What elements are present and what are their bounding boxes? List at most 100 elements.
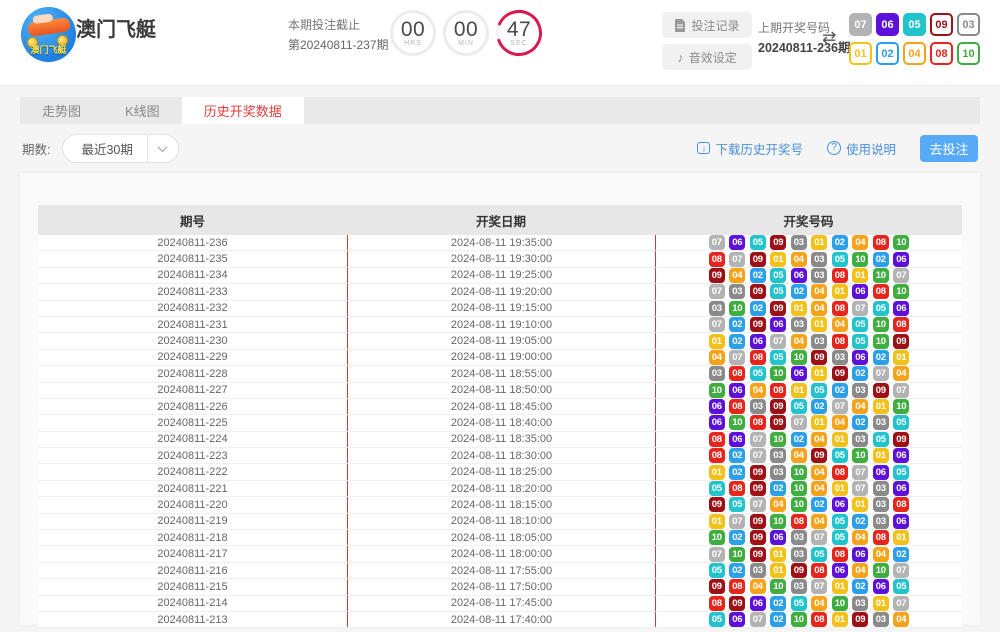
table-row: 20240811-219 2024-08-11 18:10:00 0107091… (38, 514, 962, 530)
number-ball: 06 (729, 383, 745, 398)
number-ball: 07 (893, 383, 909, 398)
number-ball: 05 (791, 399, 807, 414)
help-link[interactable]: ? 使用说明 (827, 139, 896, 158)
number-ball: 05 (709, 563, 725, 578)
number-ball: 10 (729, 301, 745, 316)
number-ball: 09 (709, 579, 725, 594)
number-ball: 06 (893, 252, 909, 267)
number-ball: 08 (873, 530, 889, 545)
number-ball: 08 (832, 465, 848, 480)
table-row: 20240811-225 2024-08-11 18:40:00 0610080… (38, 415, 962, 431)
number-ball: 10 (873, 268, 889, 283)
numbers-cell: 08070901040305100206 (655, 251, 962, 266)
number-ball: 03 (791, 579, 807, 594)
period-cell: 20240811-213 (38, 612, 347, 627)
table-row: 20240811-218 2024-08-11 18:05:00 1002090… (38, 530, 962, 546)
tab-历史开奖数据[interactable]: 历史开奖数据 (182, 97, 304, 124)
last-draw-number-tile: 01 (849, 42, 872, 65)
number-ball: 05 (893, 415, 909, 430)
number-ball: 07 (852, 465, 868, 480)
column-header-period: 期号 (38, 211, 347, 230)
number-ball: 02 (832, 235, 848, 250)
numbers-cell: 07020906030104051008 (655, 317, 962, 332)
number-ball: 03 (873, 514, 889, 529)
number-ball: 05 (750, 366, 766, 381)
number-ball: 01 (852, 268, 868, 283)
number-ball: 08 (832, 334, 848, 349)
date-cell: 2024-08-11 19:35:00 (347, 235, 655, 250)
swap-icon[interactable]: ⇄ (822, 28, 836, 48)
number-ball: 07 (893, 596, 909, 611)
number-ball: 02 (729, 317, 745, 332)
number-ball: 06 (832, 497, 848, 512)
tab-K线图[interactable]: K线图 (103, 97, 182, 124)
number-ball: 05 (873, 301, 889, 316)
date-cell: 2024-08-11 19:20:00 (347, 284, 655, 299)
number-ball: 06 (852, 350, 868, 365)
number-ball: 01 (770, 563, 786, 578)
number-ball: 01 (873, 448, 889, 463)
number-ball: 09 (750, 465, 766, 480)
numbers-cell: 06100809070104020305 (655, 415, 962, 430)
number-ball: 03 (873, 612, 889, 627)
table-row: 20240811-213 2024-08-11 17:40:00 0506070… (38, 612, 962, 628)
number-ball: 07 (729, 350, 745, 365)
controls-row: 期数: 最近30期 ↓ 下载历史开奖号 ? 使用说明 去投注 (20, 133, 980, 163)
number-ball: 01 (770, 252, 786, 267)
number-ball: 01 (811, 317, 827, 332)
period-cell: 20240811-231 (38, 317, 347, 332)
number-ball: 02 (770, 612, 786, 627)
table-row: 20240811-226 2024-08-11 18:45:00 0608030… (38, 399, 962, 415)
number-ball: 03 (852, 432, 868, 447)
question-icon: ? (827, 141, 841, 155)
number-ball: 03 (873, 481, 889, 496)
countdown-hours-unit: HRS (389, 40, 437, 47)
period-cell: 20240811-232 (38, 301, 347, 316)
number-ball: 07 (729, 252, 745, 267)
table-row: 20240811-216 2024-08-11 17:55:00 0502030… (38, 563, 962, 579)
number-ball: 05 (791, 596, 807, 611)
date-cell: 2024-08-11 19:30:00 (347, 251, 655, 266)
number-ball: 07 (770, 334, 786, 349)
download-history-link[interactable]: ↓ 下载历史开奖号 (697, 139, 803, 158)
table-row: 20240811-217 2024-08-11 18:00:00 0710090… (38, 546, 962, 562)
number-ball: 02 (832, 383, 848, 398)
number-ball: 08 (832, 547, 848, 562)
number-ball: 10 (770, 366, 786, 381)
number-ball: 08 (811, 612, 827, 627)
number-ball: 04 (791, 252, 807, 267)
speedboat-icon (27, 17, 71, 37)
number-ball: 04 (811, 301, 827, 316)
number-ball: 07 (832, 399, 848, 414)
number-ball: 02 (729, 530, 745, 545)
number-ball: 04 (852, 235, 868, 250)
number-ball: 10 (770, 579, 786, 594)
period-count-dropdown[interactable]: 最近30期 (62, 134, 178, 163)
number-ball: 02 (791, 432, 807, 447)
number-ball: 09 (770, 235, 786, 250)
number-ball: 10 (893, 284, 909, 299)
number-ball: 04 (832, 415, 848, 430)
sound-settings-button[interactable]: ♪ 音效设定 (662, 44, 752, 70)
site-logo[interactable]: 澳门飞艇 (21, 7, 76, 62)
table-row: 20240811-234 2024-08-11 19:25:00 0904020… (38, 268, 962, 284)
number-ball: 07 (750, 612, 766, 627)
table-row: 20240811-231 2024-08-11 19:10:00 0702090… (38, 317, 962, 333)
number-ball: 05 (709, 481, 725, 496)
numbers-cell: 04070805100903060201 (655, 350, 962, 365)
number-ball: 02 (770, 596, 786, 611)
number-ball: 06 (873, 465, 889, 480)
table-row: 20240811-227 2024-08-11 18:50:00 1006040… (38, 383, 962, 399)
number-ball: 06 (893, 514, 909, 529)
bet-record-button[interactable]: 投注记录 (662, 12, 752, 38)
number-ball: 07 (893, 268, 909, 283)
period-count-label: 期数: (22, 139, 50, 158)
tab-走势图[interactable]: 走势图 (20, 97, 103, 124)
table-row: 20240811-221 2024-08-11 18:20:00 0508090… (38, 481, 962, 497)
number-ball: 07 (791, 415, 807, 430)
number-ball: 10 (791, 465, 807, 480)
number-ball: 01 (811, 415, 827, 430)
go-bet-button[interactable]: 去投注 (920, 135, 978, 162)
number-ball: 10 (791, 612, 807, 627)
document-icon (674, 19, 686, 32)
